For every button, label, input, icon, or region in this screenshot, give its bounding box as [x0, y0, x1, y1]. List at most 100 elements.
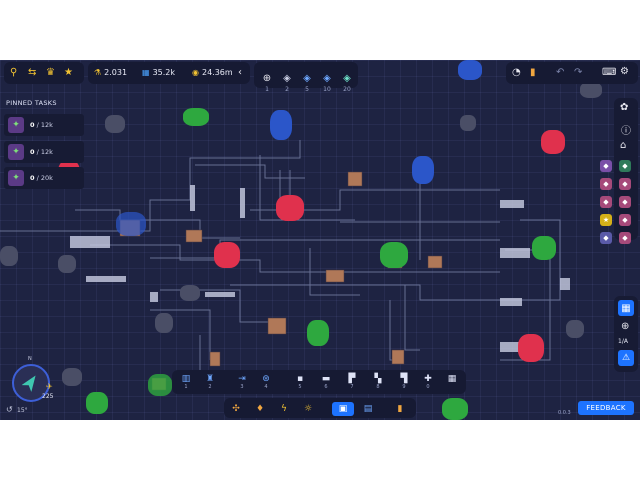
speed-icon[interactable]: ◔ — [512, 67, 521, 78]
research-counter[interactable]: ⚗ 2.031 — [94, 68, 127, 77]
side-shape-button[interactable]: ◆ — [619, 178, 631, 190]
toolbar-slot-belt[interactable]: ▥ 1 — [178, 374, 194, 390]
layer-slot-3[interactable]: ◈ 5 — [298, 66, 316, 93]
resource-patch-red — [541, 130, 565, 154]
feedback-button[interactable]: FEEDBACK — [578, 401, 634, 415]
top-right-tools: ◔ ▮ ↶ ↷ ⌨ ⚙ — [506, 62, 638, 84]
info-icon[interactable]: ⓘ — [621, 122, 631, 137]
side-shape-button[interactable]: ◆ — [600, 196, 612, 208]
pinned-tasks-title: PINNED TASKS — [6, 99, 57, 107]
map-marker-icon[interactable]: ⚲ — [10, 67, 17, 78]
toolbar-slot-cutter[interactable]: ⊛ 4 — [258, 374, 274, 390]
layer-slot-5[interactable]: ◈ 20 — [338, 66, 356, 93]
resources-panel: ⚗ 2.031 ▦ 35.2k ◉ 24.36m ‹ — [88, 62, 250, 84]
side-shape-button[interactable]: ◆ — [619, 196, 631, 208]
side-shape-button[interactable]: ◆ — [600, 232, 612, 244]
lightning-icon: ϟ — [281, 404, 287, 414]
layer-indicator[interactable]: 1/A — [618, 338, 628, 345]
side-shape-button[interactable]: ◆ — [600, 178, 612, 190]
building[interactable] — [391, 349, 405, 365]
building[interactable] — [267, 317, 287, 335]
shape-icon: ✦ — [8, 170, 24, 186]
side-shape-button[interactable]: ◆ — [619, 214, 631, 226]
star-icon[interactable]: ★ — [64, 67, 73, 78]
category-energy[interactable]: ϟ — [276, 402, 292, 416]
shapes-icon: ▦ — [142, 68, 150, 77]
category-trains[interactable]: ▤ — [360, 402, 376, 416]
compass-north-label: N — [28, 356, 32, 362]
building[interactable] — [325, 269, 345, 283]
building[interactable] — [209, 351, 221, 367]
rotation-angle: 15° — [17, 407, 28, 414]
resource-patch-blue — [116, 212, 146, 236]
toolbar-slot-extractor[interactable]: ♜ 2 — [202, 374, 218, 390]
globe-icon[interactable]: ⊕ — [621, 321, 629, 332]
block-grid-icon: ▦ — [447, 374, 457, 384]
rock-patch — [0, 246, 18, 266]
category-fluids[interactable]: ♦ — [252, 402, 268, 416]
block-l-icon: ▛ — [348, 374, 356, 384]
building[interactable] — [427, 255, 443, 269]
layer-slot-4[interactable]: ◈ 10 — [318, 66, 336, 93]
toolbar-slot-grid[interactable]: ▦ — [444, 374, 460, 384]
category-shapes[interactable]: ✣ — [228, 402, 244, 416]
side-shape-button[interactable]: ◆ — [600, 160, 612, 172]
transfer-icon[interactable]: ⇆ — [28, 67, 36, 78]
toolbar-slot-7[interactable]: ▛ 7 — [344, 374, 360, 390]
category-light[interactable]: ☼ — [300, 402, 316, 416]
category-toolbar: ✣ ♦ ϟ ☼ ▣ ▤ ▮ — [224, 398, 416, 418]
side-shape-button[interactable]: ◆ — [619, 160, 631, 172]
block-square-icon: ▚ — [374, 374, 382, 384]
toolbar-slot-9[interactable]: ▜ 9 — [396, 374, 412, 390]
game-viewport[interactable]: ⚲ ⇆ ♛ ★ ⚗ 2.031 ▦ 35.2k ◉ 24.36m ‹ ⊕ 1 ◈… — [0, 60, 640, 420]
resource-patch-blue — [270, 110, 292, 140]
resource-patch-blue — [458, 60, 482, 80]
pinned-task[interactable]: ✦ 0 / 20k — [4, 167, 84, 189]
toolbar-slot-0[interactable]: ✚ 0 — [420, 374, 436, 390]
block-1-icon: ▪ — [296, 374, 304, 384]
redo-icon[interactable]: ↷ — [574, 67, 582, 78]
layer-slot-2[interactable]: ◈ 2 — [278, 66, 296, 93]
home-icon[interactable]: ⌂ — [620, 140, 626, 151]
side-shape-button[interactable]: ◆ — [619, 232, 631, 244]
category-book[interactable]: ▮ — [392, 402, 408, 416]
resource-patch-green — [380, 242, 408, 268]
crown-icon[interactable]: ♛ — [46, 67, 55, 78]
book-icon[interactable]: ▮ — [530, 67, 536, 78]
pinned-task[interactable]: ✦ 0 / 12k — [4, 141, 84, 163]
block-cross-icon: ✚ — [424, 374, 432, 384]
building-toolbar: ▥ 1 ♜ 2 ⇥ 3 ⊛ 4 ▪ 5 ▬ 6 ▛ 7 ▚ 8 ▜ 9 ✚ 0 … — [172, 370, 466, 394]
gear-icon[interactable]: ⚙ — [620, 66, 629, 77]
blocks-icon: ▣ — [338, 404, 348, 414]
shapes-counter[interactable]: ▦ 35.2k — [142, 68, 175, 77]
coins-counter[interactable]: ◉ 24.36m — [192, 68, 233, 77]
layer-icon: ◈ — [303, 73, 311, 84]
compass-value: 225 — [42, 393, 54, 400]
toolbar-slot-rotator[interactable]: ⇥ 3 — [234, 374, 250, 390]
coin-icon: ◉ — [192, 68, 199, 77]
resource-patch-red — [518, 334, 544, 362]
toolbar-slot-8[interactable]: ▚ 8 — [370, 374, 386, 390]
rotation-icon[interactable]: ↺ — [6, 405, 13, 414]
rock-patch — [62, 368, 82, 386]
toolbar-slot-5[interactable]: ▪ 5 — [292, 374, 308, 390]
toolbar-slot-6[interactable]: ▬ 6 — [318, 374, 334, 390]
layer-slot-1[interactable]: ⊕ 1 — [258, 66, 276, 93]
collapse-chevron-icon[interactable]: ‹ — [238, 67, 242, 78]
grid-view-button[interactable]: ▦ — [618, 300, 634, 316]
undo-icon[interactable]: ↶ — [556, 67, 564, 78]
rock-patch — [580, 82, 602, 98]
rotator-icon: ⇥ — [238, 374, 246, 384]
category-blocks[interactable]: ▣ — [332, 402, 354, 416]
keyboard-icon[interactable]: ⌨ — [602, 67, 616, 78]
side-star-button[interactable]: ★ — [600, 214, 612, 226]
building[interactable] — [347, 171, 363, 187]
shape-icon: ✦ — [8, 117, 24, 133]
bug-icon[interactable]: ✿ — [620, 102, 628, 113]
building[interactable] — [185, 229, 203, 243]
warning-button[interactable]: ⚠ — [618, 350, 634, 366]
quick-actions-panel: ⚲ ⇆ ♛ ★ — [4, 62, 84, 84]
pinned-task[interactable]: ✦ 0 / 12k — [4, 114, 84, 136]
rock-patch — [180, 285, 200, 301]
coins-value: 24.36m — [201, 68, 233, 77]
